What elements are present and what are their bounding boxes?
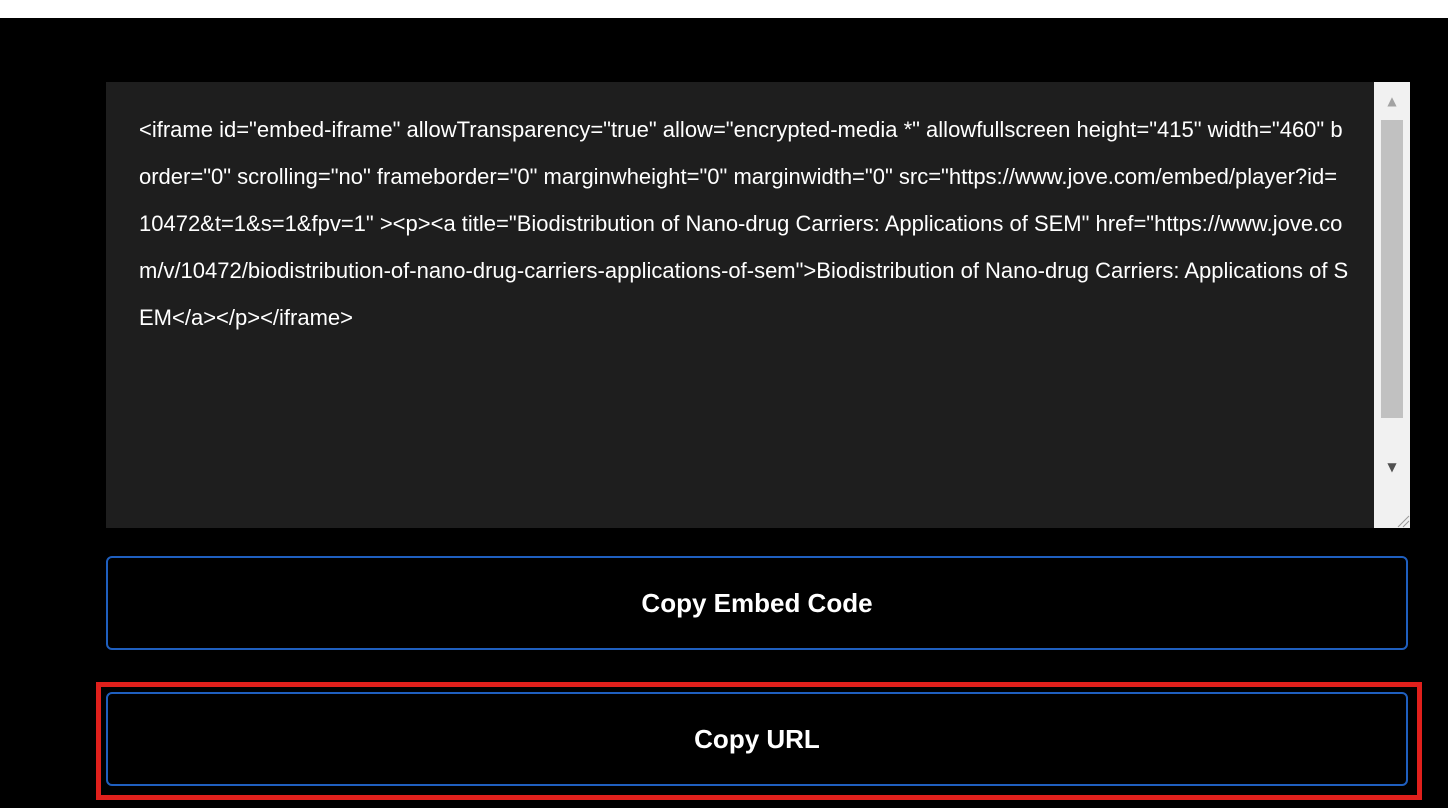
copy-url-button[interactable]: Copy URL: [106, 692, 1408, 786]
embed-panel: <iframe id="embed-iframe" allowTranspare…: [0, 18, 1448, 808]
resize-grip-icon[interactable]: [1394, 512, 1410, 528]
scroll-up-arrow-icon[interactable]: ▲: [1374, 82, 1410, 120]
textarea-scrollbar[interactable]: ▲ ▼: [1374, 82, 1410, 528]
embed-code-text[interactable]: <iframe id="embed-iframe" allowTranspare…: [139, 106, 1349, 341]
scroll-down-arrow-icon[interactable]: ▼: [1374, 448, 1410, 486]
embed-code-textarea[interactable]: <iframe id="embed-iframe" allowTranspare…: [106, 82, 1410, 528]
copy-embed-code-button[interactable]: Copy Embed Code: [106, 556, 1408, 650]
scrollbar-thumb[interactable]: [1381, 120, 1403, 418]
